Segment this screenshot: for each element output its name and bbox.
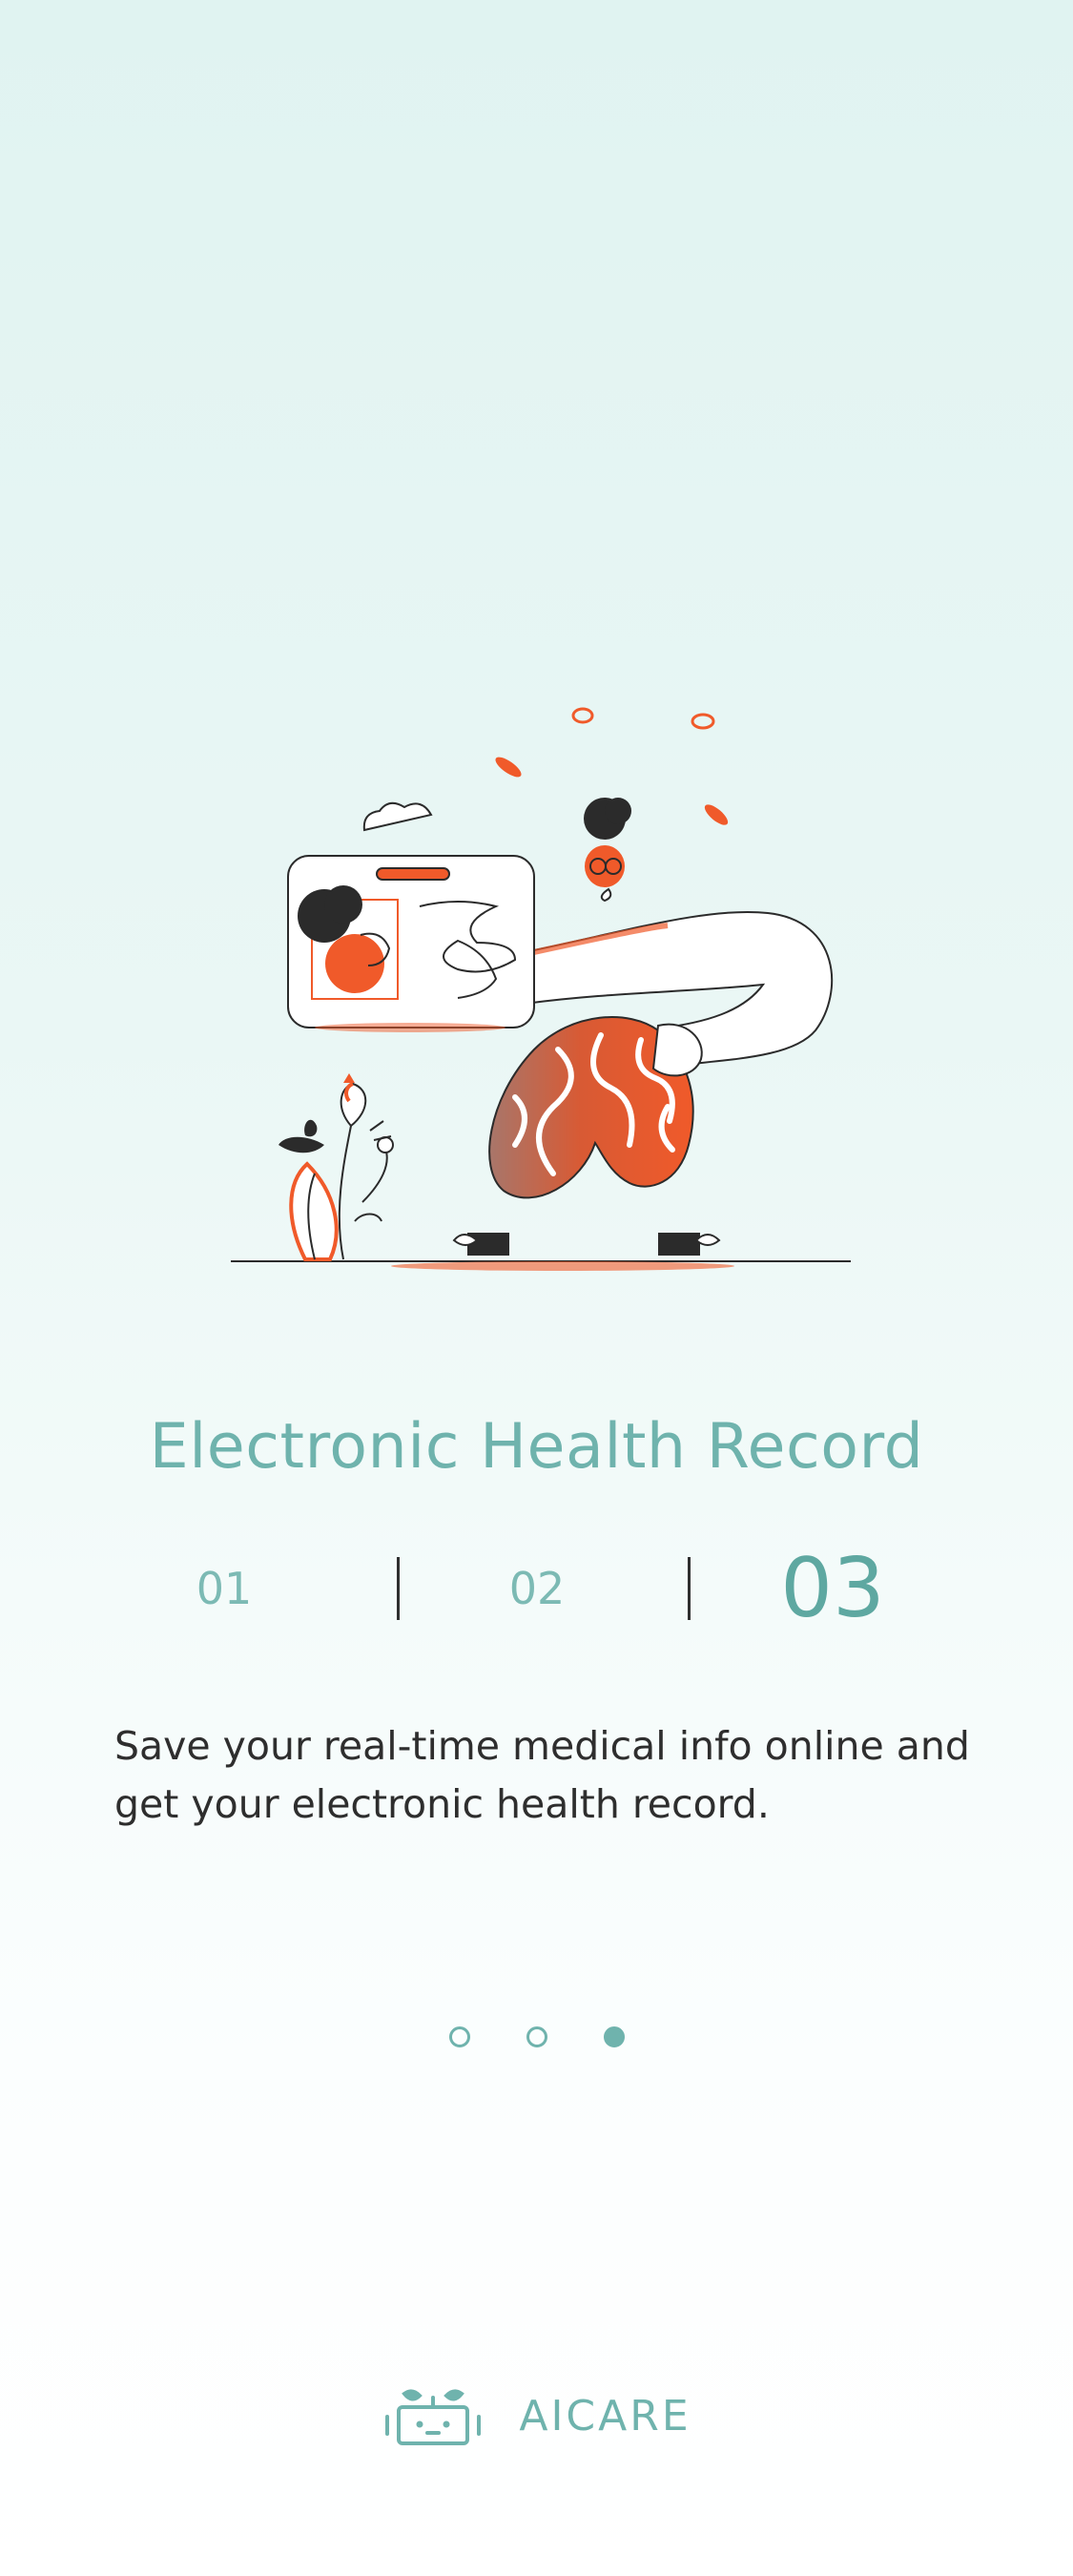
onboarding-description: Save your real-time medical info online … (114, 1723, 970, 1827)
brand-name: AICARE (519, 2392, 691, 2441)
brand-footer: AICARE (0, 2383, 1073, 2450)
step-02[interactable]: 02 (509, 1567, 566, 1610)
page-indicator (0, 2026, 1073, 2047)
step-divider (397, 1557, 400, 1620)
page-dot-1[interactable] (448, 2026, 470, 2047)
page-title: Electronic Health Record (149, 1411, 924, 1483)
step-01[interactable]: 01 (196, 1567, 253, 1610)
robot-logo-icon (385, 2389, 482, 2445)
step-divider (688, 1557, 691, 1620)
page-dot-2[interactable] (526, 2026, 547, 2047)
page-dot-3-active[interactable] (603, 2026, 625, 2047)
onboarding-illustration (0, 649, 1073, 1317)
step-03-active[interactable]: 03 (780, 1548, 884, 1630)
step-indicator: 01 02 03 (0, 1536, 1073, 1651)
